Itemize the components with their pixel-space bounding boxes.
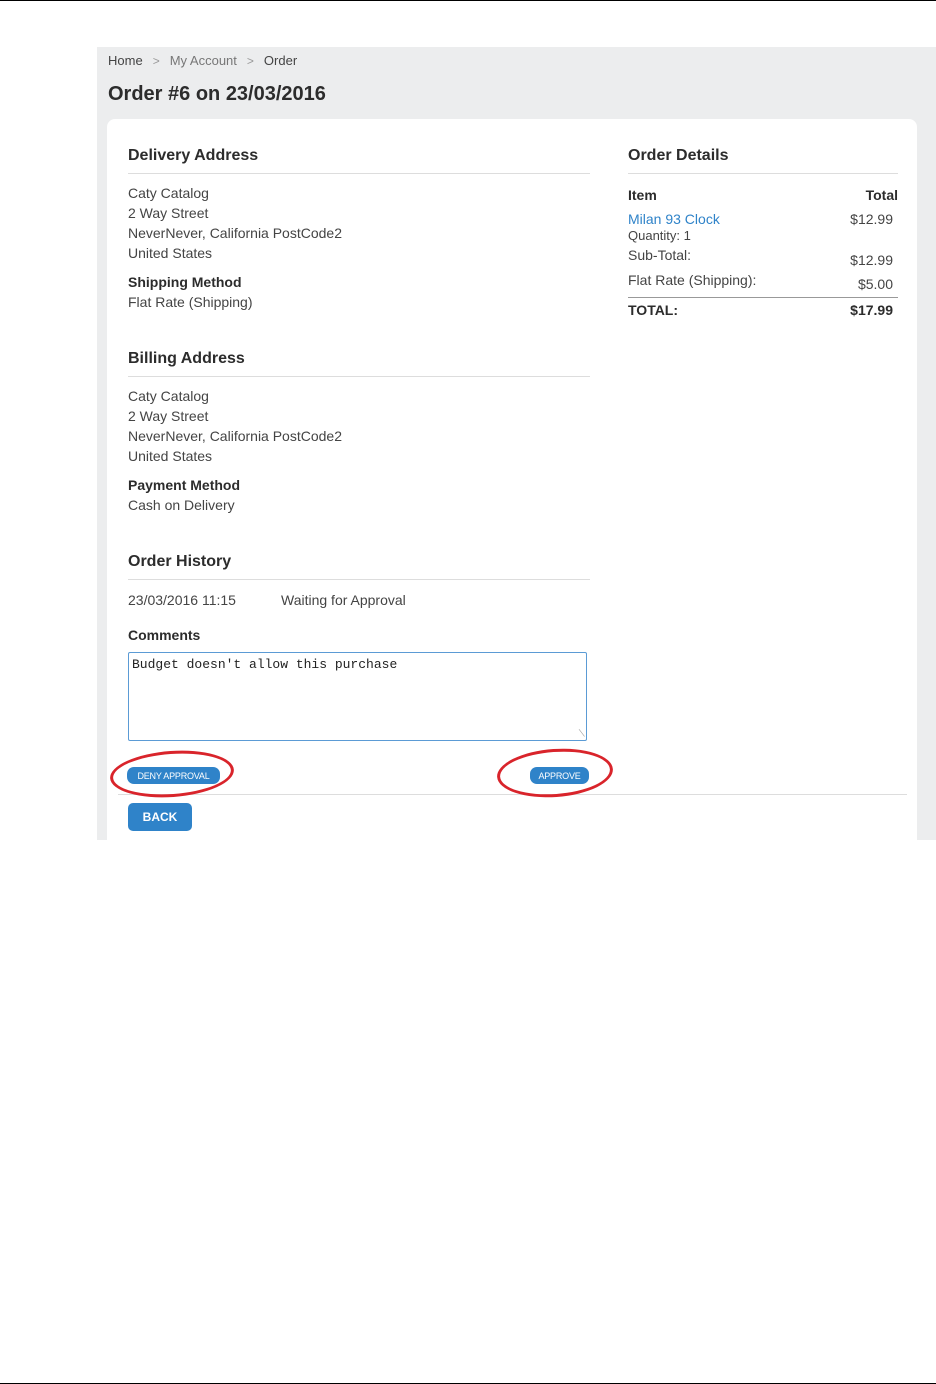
- comments-textarea[interactable]: Budget doesn't allow this purchase ⃥: [128, 652, 587, 741]
- order-line-item: Milan 93 Clock $12.99: [628, 211, 898, 227]
- payment-method-label: Payment Method: [128, 477, 241, 493]
- billing-address: Caty Catalog 2 Way Street NeverNever, Ca…: [128, 386, 590, 466]
- comments-label: Comments: [128, 627, 201, 643]
- shipping-value: $5.00: [857, 276, 893, 292]
- delivery-country: United States: [128, 245, 213, 261]
- billing-section: Billing Address Caty Catalog 2 Way Stree…: [128, 350, 590, 513]
- total-value: $17.99: [850, 302, 893, 318]
- delivery-title: Delivery Address: [128, 147, 590, 174]
- subtotal-label: Sub-Total:: [628, 247, 692, 263]
- comments-text: Budget doesn't allow this purchase: [132, 657, 398, 672]
- billing-country: United States: [128, 448, 213, 464]
- billing-city: NeverNever, California PostCode2: [128, 428, 342, 444]
- item-name-link[interactable]: Milan 93 Clock: [628, 211, 720, 227]
- subtotal-row: Sub-Total: $12.99: [628, 247, 898, 268]
- page-top-rule: [0, 0, 936, 1]
- breadcrumb-current: Order: [263, 53, 298, 68]
- order-details-title: Order Details: [628, 147, 898, 174]
- shipping-method-value: Flat Rate (Shipping): [128, 294, 253, 310]
- shipping-method-label: Shipping Method: [128, 274, 242, 290]
- addresses-column: Delivery Address Caty Catalog 2 Way Stre…: [128, 147, 590, 741]
- order-details-header: Item Total: [628, 187, 898, 203]
- billing-street: 2 Way Street: [128, 408, 209, 424]
- col-total-header: Total: [865, 187, 898, 203]
- payment-method-value: Cash on Delivery: [128, 497, 235, 513]
- history-title: Order History: [128, 553, 590, 580]
- breadcrumb: Home > My Account > Order: [108, 53, 297, 68]
- chevron-right-icon: >: [152, 53, 160, 68]
- history-entry: 23/03/2016 11:15 Waiting for Approval: [128, 592, 590, 608]
- actions-divider: [118, 794, 907, 795]
- delivery-name: Caty Catalog: [128, 185, 209, 201]
- subtotal-value: $12.99: [850, 252, 893, 268]
- breadcrumb-home[interactable]: Home: [108, 53, 143, 68]
- order-card: Delivery Address Caty Catalog 2 Way Stre…: [107, 119, 917, 840]
- total-label: TOTAL:: [628, 302, 679, 318]
- item-quantity: Quantity: 1: [628, 228, 691, 243]
- item-price: $12.99: [850, 211, 893, 227]
- delivery-street: 2 Way Street: [128, 205, 209, 221]
- history-status: Waiting for Approval: [281, 592, 406, 608]
- order-details-column: Order Details Item Total Milan 93 Clock …: [628, 147, 898, 318]
- delivery-city: NeverNever, California PostCode2: [128, 225, 342, 241]
- breadcrumb-my-account[interactable]: My Account: [170, 53, 237, 68]
- billing-title: Billing Address: [128, 350, 590, 377]
- delivery-section: Delivery Address Caty Catalog 2 Way Stre…: [128, 147, 590, 310]
- page-title: Order #6 on 23/03/2016: [108, 83, 326, 105]
- delivery-address: Caty Catalog 2 Way Street NeverNever, Ca…: [128, 183, 590, 263]
- shipping-label: Flat Rate (Shipping):: [628, 272, 757, 288]
- history-section: Order History 23/03/2016 11:15 Waiting f…: [128, 553, 590, 741]
- col-item-header: Item: [628, 187, 657, 203]
- back-button[interactable]: BACK: [128, 803, 192, 831]
- shipping-row: Flat Rate (Shipping): $5.00: [628, 272, 898, 298]
- screenshot-frame: Home > My Account > Order Order #6 on 23…: [97, 47, 936, 840]
- history-date: 23/03/2016 11:15: [128, 592, 236, 608]
- billing-name: Caty Catalog: [128, 388, 209, 404]
- chevron-right-icon: >: [246, 53, 254, 68]
- total-row: TOTAL: $17.99: [628, 302, 898, 318]
